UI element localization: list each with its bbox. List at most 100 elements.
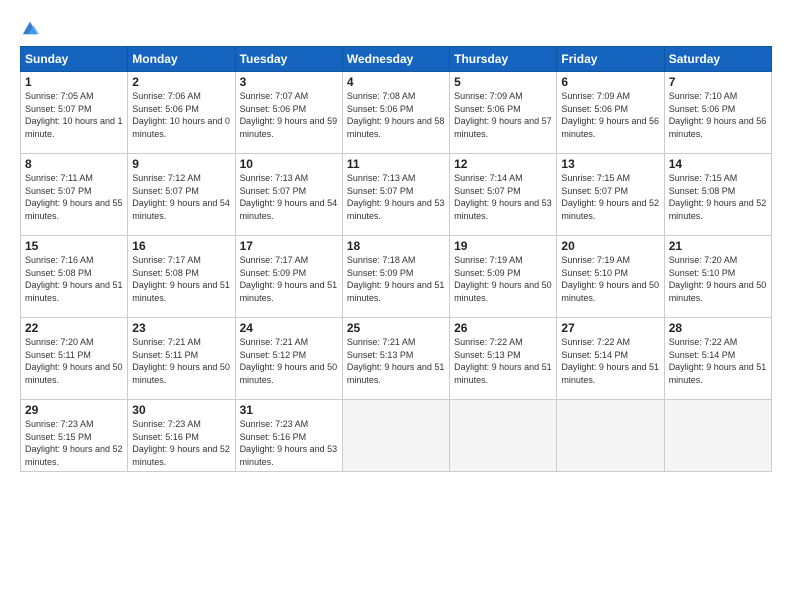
day-cell-18: 18 Sunrise: 7:18 AM Sunset: 5:09 PM Dayl…	[342, 236, 449, 318]
day-cell-7: 7 Sunrise: 7:10 AM Sunset: 5:06 PM Dayli…	[664, 72, 771, 154]
day-number: 4	[347, 75, 445, 89]
day-info: Sunrise: 7:23 AM Sunset: 5:15 PM Dayligh…	[25, 418, 123, 468]
header	[20, 18, 772, 36]
day-info: Sunrise: 7:11 AM Sunset: 5:07 PM Dayligh…	[25, 172, 123, 222]
day-number: 10	[240, 157, 338, 171]
day-cell-17: 17 Sunrise: 7:17 AM Sunset: 5:09 PM Dayl…	[235, 236, 342, 318]
day-info: Sunrise: 7:18 AM Sunset: 5:09 PM Dayligh…	[347, 254, 445, 304]
header-thursday: Thursday	[450, 47, 557, 72]
day-info: Sunrise: 7:15 AM Sunset: 5:08 PM Dayligh…	[669, 172, 767, 222]
day-cell-27: 27 Sunrise: 7:22 AM Sunset: 5:14 PM Dayl…	[557, 318, 664, 400]
logo-text	[20, 18, 39, 36]
day-info: Sunrise: 7:22 AM Sunset: 5:14 PM Dayligh…	[669, 336, 767, 386]
week-row-3: 15 Sunrise: 7:16 AM Sunset: 5:08 PM Dayl…	[21, 236, 772, 318]
day-cell-14: 14 Sunrise: 7:15 AM Sunset: 5:08 PM Dayl…	[664, 154, 771, 236]
header-monday: Monday	[128, 47, 235, 72]
empty-cell	[450, 400, 557, 472]
day-cell-13: 13 Sunrise: 7:15 AM Sunset: 5:07 PM Dayl…	[557, 154, 664, 236]
day-number: 22	[25, 321, 123, 335]
day-number: 3	[240, 75, 338, 89]
day-info: Sunrise: 7:20 AM Sunset: 5:11 PM Dayligh…	[25, 336, 123, 386]
day-number: 16	[132, 239, 230, 253]
day-info: Sunrise: 7:17 AM Sunset: 5:08 PM Dayligh…	[132, 254, 230, 304]
day-info: Sunrise: 7:20 AM Sunset: 5:10 PM Dayligh…	[669, 254, 767, 304]
day-cell-22: 22 Sunrise: 7:20 AM Sunset: 5:11 PM Dayl…	[21, 318, 128, 400]
day-info: Sunrise: 7:12 AM Sunset: 5:07 PM Dayligh…	[132, 172, 230, 222]
day-cell-16: 16 Sunrise: 7:17 AM Sunset: 5:08 PM Dayl…	[128, 236, 235, 318]
logo	[20, 18, 39, 36]
day-cell-30: 30 Sunrise: 7:23 AM Sunset: 5:16 PM Dayl…	[128, 400, 235, 472]
day-cell-25: 25 Sunrise: 7:21 AM Sunset: 5:13 PM Dayl…	[342, 318, 449, 400]
day-info: Sunrise: 7:09 AM Sunset: 5:06 PM Dayligh…	[561, 90, 659, 140]
empty-cell	[664, 400, 771, 472]
day-info: Sunrise: 7:13 AM Sunset: 5:07 PM Dayligh…	[347, 172, 445, 222]
day-info: Sunrise: 7:07 AM Sunset: 5:06 PM Dayligh…	[240, 90, 338, 140]
week-row-5: 29 Sunrise: 7:23 AM Sunset: 5:15 PM Dayl…	[21, 400, 772, 472]
day-cell-5: 5 Sunrise: 7:09 AM Sunset: 5:06 PM Dayli…	[450, 72, 557, 154]
day-number: 5	[454, 75, 552, 89]
day-number: 25	[347, 321, 445, 335]
day-info: Sunrise: 7:15 AM Sunset: 5:07 PM Dayligh…	[561, 172, 659, 222]
day-cell-26: 26 Sunrise: 7:22 AM Sunset: 5:13 PM Dayl…	[450, 318, 557, 400]
day-info: Sunrise: 7:22 AM Sunset: 5:13 PM Dayligh…	[454, 336, 552, 386]
day-info: Sunrise: 7:05 AM Sunset: 5:07 PM Dayligh…	[25, 90, 123, 140]
day-number: 19	[454, 239, 552, 253]
week-row-1: 1 Sunrise: 7:05 AM Sunset: 5:07 PM Dayli…	[21, 72, 772, 154]
day-cell-12: 12 Sunrise: 7:14 AM Sunset: 5:07 PM Dayl…	[450, 154, 557, 236]
day-number: 23	[132, 321, 230, 335]
week-row-2: 8 Sunrise: 7:11 AM Sunset: 5:07 PM Dayli…	[21, 154, 772, 236]
day-number: 18	[347, 239, 445, 253]
day-cell-21: 21 Sunrise: 7:20 AM Sunset: 5:10 PM Dayl…	[664, 236, 771, 318]
day-info: Sunrise: 7:19 AM Sunset: 5:09 PM Dayligh…	[454, 254, 552, 304]
day-info: Sunrise: 7:21 AM Sunset: 5:12 PM Dayligh…	[240, 336, 338, 386]
day-info: Sunrise: 7:21 AM Sunset: 5:11 PM Dayligh…	[132, 336, 230, 386]
day-number: 27	[561, 321, 659, 335]
day-cell-8: 8 Sunrise: 7:11 AM Sunset: 5:07 PM Dayli…	[21, 154, 128, 236]
day-number: 12	[454, 157, 552, 171]
day-cell-31: 31 Sunrise: 7:23 AM Sunset: 5:16 PM Dayl…	[235, 400, 342, 472]
day-info: Sunrise: 7:09 AM Sunset: 5:06 PM Dayligh…	[454, 90, 552, 140]
header-sunday: Sunday	[21, 47, 128, 72]
day-cell-10: 10 Sunrise: 7:13 AM Sunset: 5:07 PM Dayl…	[235, 154, 342, 236]
header-saturday: Saturday	[664, 47, 771, 72]
day-cell-4: 4 Sunrise: 7:08 AM Sunset: 5:06 PM Dayli…	[342, 72, 449, 154]
day-number: 26	[454, 321, 552, 335]
day-info: Sunrise: 7:23 AM Sunset: 5:16 PM Dayligh…	[132, 418, 230, 468]
day-info: Sunrise: 7:17 AM Sunset: 5:09 PM Dayligh…	[240, 254, 338, 304]
day-info: Sunrise: 7:08 AM Sunset: 5:06 PM Dayligh…	[347, 90, 445, 140]
day-cell-29: 29 Sunrise: 7:23 AM Sunset: 5:15 PM Dayl…	[21, 400, 128, 472]
day-cell-15: 15 Sunrise: 7:16 AM Sunset: 5:08 PM Dayl…	[21, 236, 128, 318]
week-row-4: 22 Sunrise: 7:20 AM Sunset: 5:11 PM Dayl…	[21, 318, 772, 400]
day-number: 31	[240, 403, 338, 417]
day-cell-20: 20 Sunrise: 7:19 AM Sunset: 5:10 PM Dayl…	[557, 236, 664, 318]
day-number: 6	[561, 75, 659, 89]
logo-icon	[21, 18, 39, 36]
header-wednesday: Wednesday	[342, 47, 449, 72]
day-info: Sunrise: 7:10 AM Sunset: 5:06 PM Dayligh…	[669, 90, 767, 140]
day-number: 11	[347, 157, 445, 171]
empty-cell	[557, 400, 664, 472]
day-number: 8	[25, 157, 123, 171]
day-number: 21	[669, 239, 767, 253]
day-number: 9	[132, 157, 230, 171]
day-cell-23: 23 Sunrise: 7:21 AM Sunset: 5:11 PM Dayl…	[128, 318, 235, 400]
day-number: 2	[132, 75, 230, 89]
day-number: 17	[240, 239, 338, 253]
day-number: 28	[669, 321, 767, 335]
day-number: 15	[25, 239, 123, 253]
day-cell-6: 6 Sunrise: 7:09 AM Sunset: 5:06 PM Dayli…	[557, 72, 664, 154]
day-number: 29	[25, 403, 123, 417]
calendar-table: SundayMondayTuesdayWednesdayThursdayFrid…	[20, 46, 772, 472]
day-cell-24: 24 Sunrise: 7:21 AM Sunset: 5:12 PM Dayl…	[235, 318, 342, 400]
empty-cell	[342, 400, 449, 472]
day-cell-1: 1 Sunrise: 7:05 AM Sunset: 5:07 PM Dayli…	[21, 72, 128, 154]
calendar-header-row: SundayMondayTuesdayWednesdayThursdayFrid…	[21, 47, 772, 72]
day-info: Sunrise: 7:19 AM Sunset: 5:10 PM Dayligh…	[561, 254, 659, 304]
day-number: 24	[240, 321, 338, 335]
day-cell-11: 11 Sunrise: 7:13 AM Sunset: 5:07 PM Dayl…	[342, 154, 449, 236]
day-cell-9: 9 Sunrise: 7:12 AM Sunset: 5:07 PM Dayli…	[128, 154, 235, 236]
page: SundayMondayTuesdayWednesdayThursdayFrid…	[0, 0, 792, 612]
day-number: 13	[561, 157, 659, 171]
day-cell-2: 2 Sunrise: 7:06 AM Sunset: 5:06 PM Dayli…	[128, 72, 235, 154]
day-cell-19: 19 Sunrise: 7:19 AM Sunset: 5:09 PM Dayl…	[450, 236, 557, 318]
